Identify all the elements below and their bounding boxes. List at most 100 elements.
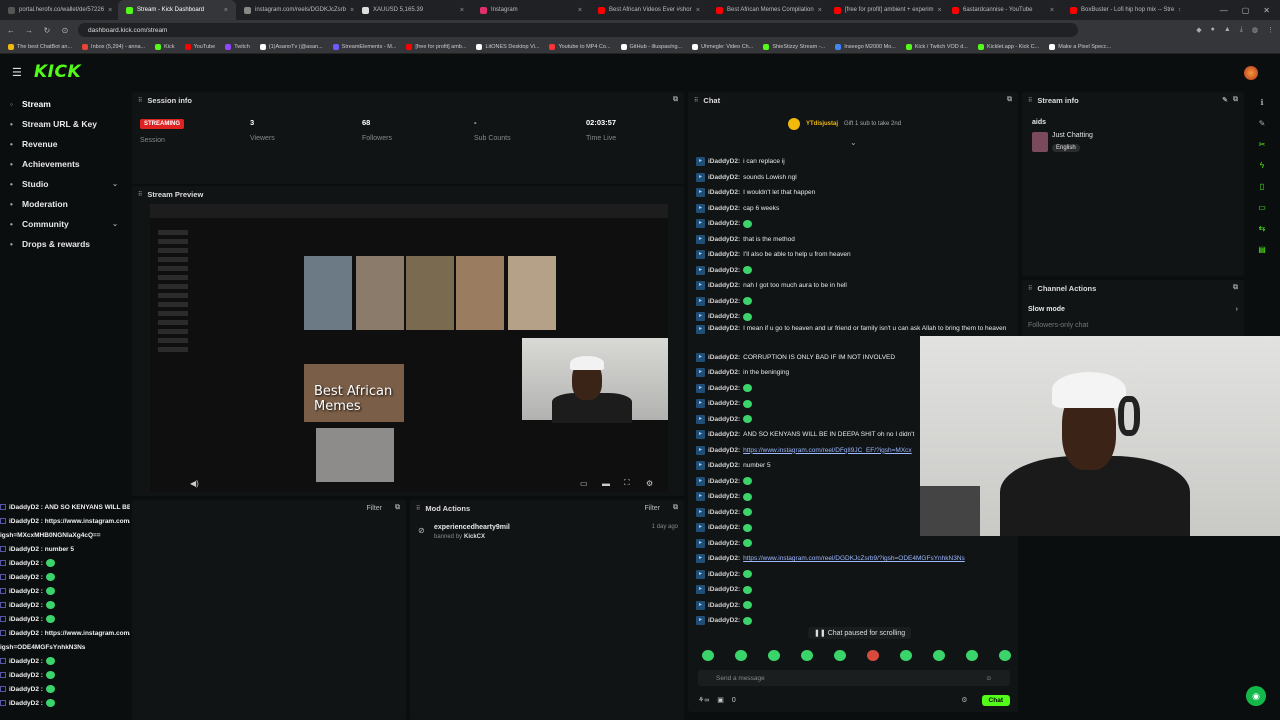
bookmark-item[interactable]: Inbox (5,294) - anna... — [82, 43, 145, 50]
channel-points-icon[interactable]: ⚘∞ — [698, 696, 709, 704]
bolt-icon[interactable]: ϟ — [1260, 161, 1264, 170]
sidebar-item-studio[interactable]: • Studio ⌄ — [0, 174, 128, 194]
browser-tab[interactable]: Instagram × — [472, 0, 590, 20]
browser-tab[interactable]: Best African Memes Compilation × — [708, 0, 826, 20]
bookmark-item[interactable]: The best ChatBot an... — [8, 43, 72, 50]
chat-username[interactable]: iDaddyD2: — [708, 189, 740, 196]
kick-logo[interactable]: KICK — [34, 62, 81, 82]
chat-username[interactable]: iDaddyD2: — [708, 416, 740, 423]
popout-icon[interactable]: ⧉ — [1233, 96, 1238, 104]
link-icon[interactable]: ⇆ — [1259, 224, 1266, 233]
volume-icon[interactable]: ◀) — [190, 479, 199, 488]
emote-icon[interactable] — [966, 650, 978, 661]
chat-username[interactable]: iDaddyD2: — [708, 251, 740, 258]
chat-username[interactable]: iDaddyD2: — [708, 493, 740, 500]
drag-handle-icon[interactable]: ⠿ — [1028, 285, 1032, 292]
emote-icon[interactable] — [933, 650, 945, 661]
chat-username[interactable]: iDaddyD2: — [708, 555, 740, 562]
pip-icon[interactable]: ▭ — [580, 479, 588, 488]
bookmark-item[interactable]: Kick / Twitch VOD d... — [905, 43, 968, 50]
bookmark-item[interactable]: Inseego M2000 Mo... — [835, 43, 896, 50]
category-name[interactable]: Just Chatting — [1052, 132, 1093, 139]
emote-icon[interactable] — [768, 650, 780, 661]
browser-tab[interactable]: BoxBuster - Lofi hip hop mix -- Stre× — [1062, 0, 1180, 20]
bookmark-item[interactable]: GitHub - illuspas/ng... — [620, 43, 682, 50]
theater-icon[interactable]: ▬ — [602, 479, 610, 488]
fullscreen-icon[interactable]: ⛶ — [624, 478, 630, 488]
filter-button[interactable]: Filter — [366, 505, 382, 512]
chat-username[interactable]: iDaddyD2: — [708, 571, 740, 578]
sidebar-item-achievements[interactable]: • Achievements — [0, 154, 128, 174]
scissors-icon[interactable]: ✂ — [1259, 140, 1266, 149]
popout-icon[interactable]: ⧉ — [673, 96, 678, 104]
slow-mode-toggle[interactable]: Slow mode › — [1028, 306, 1238, 313]
followers-only-label[interactable]: Followers-only chat — [1028, 322, 1088, 329]
emote-icon[interactable] — [702, 650, 714, 661]
chat-settings-icon[interactable]: ⚙ — [961, 696, 967, 704]
chat-username[interactable]: iDaddyD2: — [708, 205, 740, 212]
emote-icon[interactable] — [900, 650, 912, 661]
tab-close-icon[interactable]: × — [108, 7, 112, 14]
popout-icon[interactable]: ⧉ — [395, 504, 400, 512]
bookmark-item[interactable]: ShieStizzy Stream -... — [763, 43, 825, 50]
sidebar-item-community[interactable]: • Community ⌄ — [0, 214, 128, 234]
chat-message[interactable]: ▸ iDaddyD2: — [696, 309, 1016, 325]
chat-message[interactable]: ▸ iDaddyD2: — [696, 536, 1016, 552]
bookmark-item[interactable]: Make a Pixel Specc... — [1049, 43, 1111, 50]
chat-message[interactable]: ▸ iDaddyD2: that is the method — [696, 232, 1016, 248]
chat-message[interactable]: ▸ iDaddyD2: I'll also be able to help u fr… — [696, 247, 1016, 263]
gift-icon[interactable]: ▣ — [717, 696, 724, 704]
tab-close-icon[interactable]: × — [1050, 7, 1054, 14]
chat-username[interactable]: iDaddyD2: — [708, 462, 740, 469]
tab-close-icon[interactable]: × — [1178, 7, 1180, 14]
popout-icon[interactable]: ⧉ — [1007, 96, 1012, 104]
download-icon[interactable]: ⤓ — [1240, 26, 1243, 34]
chat-username[interactable]: iDaddyD2: — [708, 282, 740, 289]
pinned-gift-banner[interactable]: YTdisjustaj Gift 1 sub to take 2nd — [788, 114, 998, 134]
bookmark-item[interactable]: LitONES Desktop Vi... — [476, 43, 539, 50]
chat-username[interactable]: iDaddyD2: — [708, 174, 740, 181]
popout-icon[interactable]: ⧉ — [1233, 284, 1238, 292]
sidebar-item-revenue[interactable]: • Revenue — [0, 134, 128, 154]
drag-handle-icon[interactable]: ⠿ — [416, 505, 420, 512]
sidebar-item-drops-rewards[interactable]: • Drops & rewards — [0, 234, 128, 254]
bookmark-item[interactable]: YouTube — [184, 43, 215, 50]
chat-username[interactable]: iDaddyD2: — [708, 313, 740, 320]
site-info-icon[interactable]: ⊙ — [60, 26, 70, 35]
browser-tab[interactable]: [free for profit] ambient + experim × — [826, 0, 944, 20]
chat-message[interactable]: ▸ iDaddyD2: I wouldn't let that happen — [696, 185, 1016, 201]
emoji-picker-icon[interactable]: ☺ — [985, 675, 992, 682]
chat-username[interactable]: iDaddyD2: — [708, 447, 740, 454]
emote-icon[interactable] — [834, 650, 846, 661]
filter-button[interactable]: Filter — [644, 505, 660, 512]
chat-bubble-icon[interactable]: ▭ — [1258, 203, 1266, 212]
maximize-icon[interactable]: ▢ — [1242, 6, 1250, 15]
browser-tab[interactable]: Best African Videos Ever #shor × — [590, 0, 708, 20]
stream-video[interactable]: Best African Memes ◀) ▭ ▬ ⛶ ⚙ — [150, 204, 668, 492]
emote-icon[interactable] — [999, 650, 1011, 661]
bookmark-item[interactable]: Kicklet.app - Kick C... — [977, 43, 1039, 50]
info-icon[interactable]: ℹ — [1260, 98, 1263, 107]
chat-username[interactable]: iDaddyD2: — [708, 236, 740, 243]
minimize-icon[interactable]: — — [1220, 6, 1228, 15]
chat-input[interactable]: Send a message ☺ — [698, 670, 1010, 686]
chat-username[interactable]: iDaddyD2: — [708, 267, 740, 274]
chat-message[interactable]: ▸ iDaddyD2: sounds Lowish ngl — [696, 170, 1016, 186]
chevron-down-icon[interactable]: ⌄ — [112, 180, 118, 188]
chat-message[interactable]: ▸ iDaddyD2: https://www.instagram.com/reel… — [696, 551, 1016, 567]
url-field[interactable]: dashboard.kick.com/stream — [78, 23, 1078, 37]
popout-icon[interactable]: ⧉ — [673, 504, 678, 512]
hamburger-menu-icon[interactable]: ☰ — [12, 66, 26, 79]
bookmark-item[interactable]: [free for profit] amb... — [406, 43, 466, 50]
browser-tab[interactable]: instagram.com/reels/DGDKJcZsrb × — [236, 0, 354, 20]
chat-username[interactable]: iDaddyD2: — [708, 602, 740, 609]
chat-username[interactable]: iDaddyD2: — [708, 524, 740, 531]
chat-username[interactable]: iDaddyD2: — [708, 220, 740, 227]
close-window-icon[interactable]: ✕ — [1263, 6, 1270, 15]
bookmark-item[interactable]: Twitch — [225, 43, 250, 50]
chat-username[interactable]: iDaddyD2: — [708, 354, 740, 361]
sidebar-item-stream[interactable]: ◦ Stream — [0, 94, 128, 114]
menu-icon[interactable]: ⋮ — [1267, 26, 1274, 34]
chat-username[interactable]: iDaddyD2: — [708, 158, 740, 165]
chevron-down-icon[interactable]: ⌄ — [112, 220, 118, 228]
